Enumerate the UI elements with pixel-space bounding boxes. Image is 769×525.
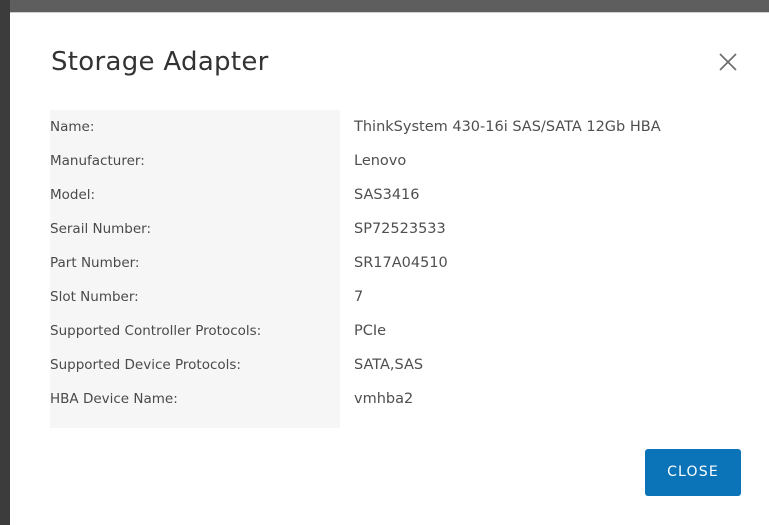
property-value: vmhba2	[354, 391, 414, 407]
property-label: Name:	[50, 119, 95, 135]
property-row-part-number: Part Number: SR17A04510	[50, 246, 750, 280]
storage-adapter-dialog: Storage Adapter Name: ThinkSystem 430-16…	[10, 12, 769, 525]
property-row-device-protocols: Supported Device Protocols: SATA,SAS	[50, 348, 750, 382]
property-value: Lenovo	[354, 153, 407, 169]
property-label: Supported Device Protocols:	[50, 357, 241, 373]
property-label: Serail Number:	[50, 221, 152, 237]
property-row-model: Model: SAS3416	[50, 178, 750, 212]
property-row-controller-protocols: Supported Controller Protocols: PCIe	[50, 314, 750, 348]
property-label: Supported Controller Protocols:	[50, 323, 262, 339]
property-value: SP72523533	[354, 221, 446, 237]
property-label: HBA Device Name:	[50, 391, 178, 407]
property-label: Part Number:	[50, 255, 140, 271]
property-value: SR17A04510	[354, 255, 448, 271]
property-label: Manufacturer:	[50, 153, 145, 169]
dialog-title: Storage Adapter	[51, 47, 269, 77]
background-window-edge	[0, 0, 10, 525]
property-row-serial-number: Serail Number: SP72523533	[50, 212, 750, 246]
close-button[interactable]: CLOSE	[645, 449, 741, 496]
property-row-hba-device-name: HBA Device Name: vmhba2	[50, 382, 750, 416]
property-value: PCIe	[354, 323, 387, 339]
property-value: 7	[354, 289, 364, 305]
property-row-slot-number: Slot Number: 7	[50, 280, 750, 314]
property-value: SAS3416	[354, 187, 420, 203]
properties-table: Name: ThinkSystem 430-16i SAS/SATA 12Gb …	[50, 110, 750, 428]
property-label: Slot Number:	[50, 289, 139, 305]
property-row-name: Name: ThinkSystem 430-16i SAS/SATA 12Gb …	[50, 110, 750, 144]
property-value: SATA,SAS	[354, 357, 424, 373]
close-icon[interactable]	[717, 51, 739, 73]
property-label: Model:	[50, 187, 96, 203]
property-row-manufacturer: Manufacturer: Lenovo	[50, 144, 750, 178]
property-value: ThinkSystem 430-16i SAS/SATA 12Gb HBA	[354, 119, 661, 135]
